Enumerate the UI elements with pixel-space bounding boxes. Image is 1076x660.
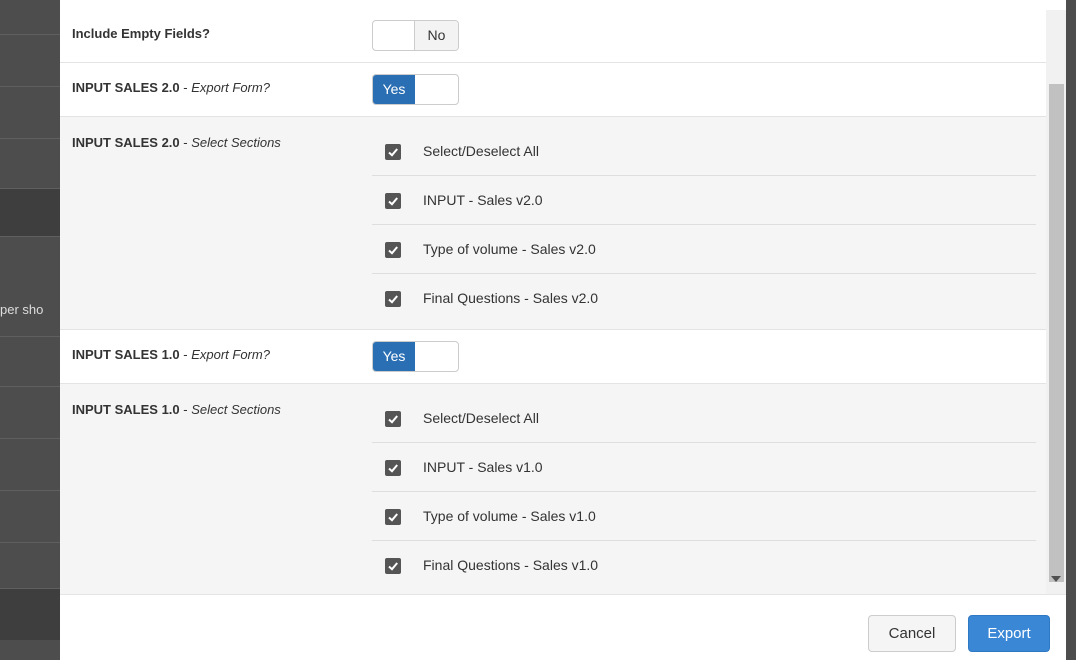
checklist-item-label: Select/Deselect All [423,410,539,426]
modal-footer: Cancel Export [60,594,1066,660]
checklist-item[interactable]: INPUT - Sales v1.0 [372,443,1036,492]
sales2-export-toggle[interactable]: Yes [372,74,459,105]
export-button[interactable]: Export [968,615,1050,652]
checklist-item-label: Final Questions - Sales v2.0 [423,290,599,306]
checklist-item[interactable]: Type of volume - Sales v1.0 [372,492,1036,541]
checklist-item[interactable]: INPUT - Sales v2.0 [372,176,1036,225]
background-page-right [1066,0,1076,660]
sales2-export-label: INPUT SALES 2.0 - Export Form? [72,80,270,95]
background-partial-text: per sho [0,302,44,317]
toggle-yes-label: Yes [373,342,415,371]
background-row [0,490,60,542]
background-row [0,188,60,236]
background-row [0,438,60,490]
checklist-item-label: Type of volume - Sales v2.0 [423,241,596,257]
checklist-item-label: Type of volume - Sales v1.0 [423,508,596,524]
checkbox-checked-icon[interactable] [385,291,401,307]
checklist-item[interactable]: Type of volume - Sales v2.0 [372,225,1036,274]
background-row [0,34,60,86]
checklist-item-label: Final Questions - Sales v1.0 [423,557,599,573]
modal-body: Include Empty Fields? No INPUT SALES 2.0… [60,10,1046,594]
checklist-item[interactable]: Select/Deselect All [372,127,1036,176]
checkbox-checked-icon[interactable] [385,460,401,476]
background-row [0,236,60,288]
include-empty-label: Include Empty Fields? [72,26,210,41]
background-row [0,86,60,138]
background-row [0,588,60,640]
sales1-sections-label: INPUT SALES 1.0 - Select Sections [72,402,281,417]
checkbox-checked-icon[interactable] [385,242,401,258]
cancel-button[interactable]: Cancel [868,615,956,652]
sales2-export-row: INPUT SALES 2.0 - Export Form? Yes [60,63,1046,117]
checklist-item-label: INPUT - Sales v2.0 [423,192,543,208]
checklist-item-label: INPUT - Sales v1.0 [423,459,543,475]
sales2-sections-label: INPUT SALES 2.0 - Select Sections [72,135,281,150]
checkbox-checked-icon[interactable] [385,509,401,525]
export-modal: Include Empty Fields? No INPUT SALES 2.0… [60,0,1066,660]
background-row [0,138,60,188]
checkbox-checked-icon[interactable] [385,193,401,209]
background-page: per sho [0,0,60,660]
sales1-export-label: INPUT SALES 1.0 - Export Form? [72,347,270,362]
checklist-item-label: Select/Deselect All [423,143,539,159]
scroll-down-arrow-icon[interactable] [1051,576,1061,582]
sales1-sections-row: INPUT SALES 1.0 - Select Sections Select… [60,384,1046,594]
modal-scrollbar[interactable] [1046,10,1066,594]
background-row [0,542,60,588]
include-empty-row: Include Empty Fields? No [60,10,1046,63]
checkbox-checked-icon[interactable] [385,144,401,160]
scrollbar-thumb[interactable] [1049,84,1064,582]
checkbox-checked-icon[interactable] [385,411,401,427]
sales2-sections-row: INPUT SALES 2.0 - Select Sections Select… [60,117,1046,330]
checklist-item[interactable]: Final Questions - Sales v2.0 [372,274,1036,323]
toggle-no-label: No [414,21,458,50]
sales1-export-toggle[interactable]: Yes [372,341,459,372]
background-row [0,386,60,438]
include-empty-toggle[interactable]: No [372,20,459,51]
checklist-item[interactable]: Select/Deselect All [372,394,1036,443]
sales1-export-row: INPUT SALES 1.0 - Export Form? Yes [60,330,1046,384]
checkbox-checked-icon[interactable] [385,558,401,574]
toggle-yes-label: Yes [373,75,415,104]
checklist-item[interactable]: Final Questions - Sales v1.0 [372,541,1036,590]
background-row [0,336,60,386]
